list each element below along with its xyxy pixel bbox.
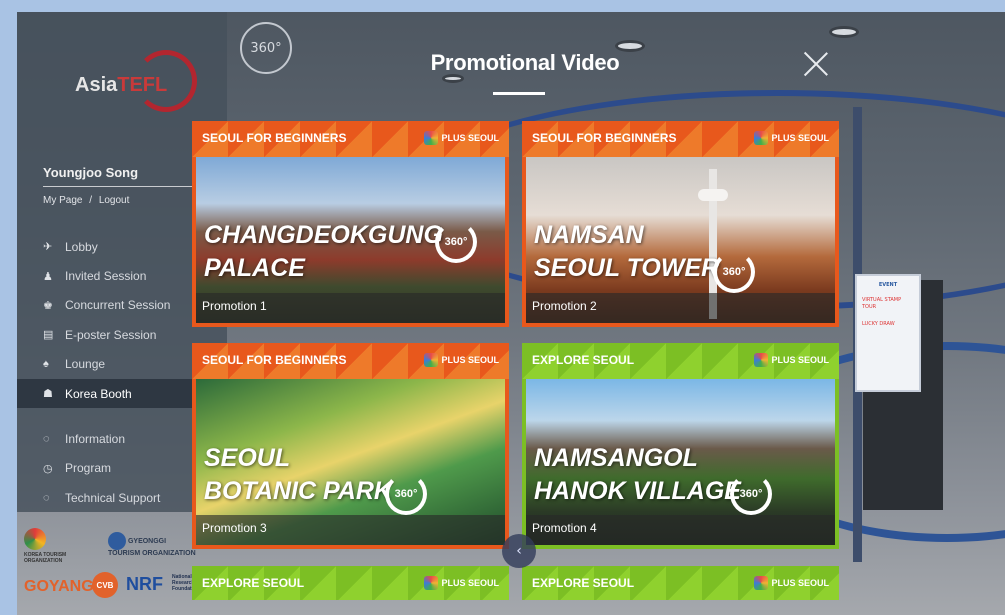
card-caption: Promotion 3 [196,515,505,545]
card-caption: Promotion 4 [526,515,835,545]
card-category: EXPLORE SEOUL [532,353,635,367]
plus-seoul-icon [424,576,439,590]
clock-icon: ◷ [43,462,53,475]
my-page-link[interactable]: My Page [43,195,82,206]
plus-seoul-logo: PLUS SEOUL [424,131,499,145]
tower-top [698,189,728,201]
sidebar-item-label: Lobby [65,239,98,254]
sidebar-item-label: Program [65,461,112,476]
video-card-6-header[interactable]: EXPLORE SEOUL PLUS SEOUL [522,566,839,600]
sidebar-item-label: E-poster Session [65,327,157,342]
plus-seoul-icon [754,131,769,145]
event-item: VIRTUAL STAMP TOUR [862,297,902,310]
card-category: SEOUL FOR BEGINNERS [532,131,677,145]
sidebar-item-label: Korea Booth [65,386,132,401]
video-card-5-header[interactable]: EXPLORE SEOUL PLUS SEOUL [192,566,509,600]
cvb-logo[interactable]: CVB [92,572,118,598]
support-icon: ◌ [43,491,50,504]
video-card-3[interactable]: SEOUL FOR BEGINNERS PLUS SEOUL SEOUL BOT… [192,343,509,549]
ceiling-light [829,26,859,38]
card-title-line1: NAMSANGOL [534,444,698,472]
sidebar-item-label: Invited Session [65,269,147,284]
card-title-line2: SEOUL TOWER [534,254,720,282]
card-title-line1: SEOUL [204,444,291,472]
asiatefl-logo[interactable]: AsiaTEFL [55,50,197,112]
plus-seoul-logo: PLUS SEOUL [754,353,829,367]
360-badge-icon: 360° [435,221,477,263]
sidebar-item-label: Concurrent Session [65,298,171,313]
sidebar-item-label: Lounge [65,357,106,372]
event-item: LUCKY DRAW [862,321,895,327]
card-caption: Promotion 2 [526,293,835,323]
plus-seoul-icon [424,131,439,145]
logo-text: Asia [75,74,118,96]
sponsor-logos: KOREA TOURISM ORGANIZATION GYEONGGI TOUR… [20,520,200,605]
user-name: Youngjoo Song [43,165,139,180]
plus-seoul-logo: PLUS SEOUL [424,576,499,590]
kto-logo[interactable]: KOREA TOURISM ORGANIZATION [24,528,94,564]
app-window: EVENT VIRTUAL STAMP TOUR LUCKY DRAW 360°… [0,0,1005,615]
person-icon: ♟ [43,270,53,283]
video-card-2[interactable]: SEOUL FOR BEGINNERS PLUS SEOUL NAMSAN SE… [522,121,839,327]
event-panel[interactable]: EVENT VIRTUAL STAMP TOUR LUCKY DRAW [855,274,921,392]
people-icon: ♚ [43,299,53,312]
link-separator: / [89,195,93,206]
sidebar-item-label: Information [65,432,126,447]
user-links: My Page / Logout [43,195,129,206]
divider [43,186,217,187]
sidebar-item-label: Technical Support [65,490,161,505]
title-underline [493,92,545,95]
plus-seoul-icon [754,576,769,590]
close-button[interactable] [800,48,832,80]
plus-seoul-logo: PLUS SEOUL [424,353,499,367]
card-category: SEOUL FOR BEGINNERS [202,131,347,145]
plus-seoul-logo: PLUS SEOUL [754,131,829,145]
airplane-icon: ✈ [43,241,53,254]
poster-icon: ▤ [43,329,54,342]
bell-icon: ♠ [43,358,49,371]
event-panel-title: EVENT [878,282,898,288]
card-category: EXPLORE SEOUL [202,576,305,590]
360-badge-icon: 360° [385,473,427,515]
plus-seoul-icon [424,353,439,367]
booth-icon: ☗ [43,388,53,401]
card-category: EXPLORE SEOUL [532,576,635,590]
goyang-logo[interactable]: GOYANG [24,578,94,596]
card-title-line2: PALACE [204,254,305,282]
360-badge-icon: 360° [713,251,755,293]
card-title-line2: BOTANIC PARK [204,477,392,505]
nrf-logo[interactable]: NRF [126,574,163,595]
logout-link[interactable]: Logout [99,195,130,206]
card-title-line1: NAMSAN [534,221,644,249]
video-card-1[interactable]: SEOUL FOR BEGINNERS PLUS SEOUL CHANGDEOK… [192,121,509,327]
card-title-line2: HANOK VILLAGE [534,477,741,505]
plus-seoul-logo: PLUS SEOUL [754,576,829,590]
logo-text-tefl: TEFL [117,74,168,96]
view-360-icon[interactable]: 360° [240,22,292,74]
video-card-4[interactable]: EXPLORE SEOUL PLUS SEOUL NAMSANGOL HANOK… [522,343,839,549]
card-caption: Promotion 1 [196,293,505,323]
modal-title: Promotional Video [430,50,620,75]
kto-text: KOREA TOURISM ORGANIZATION [24,552,67,564]
chat-icon: ◌ [43,433,50,446]
card-title-line1: CHANGDEOKGUNG [204,221,443,249]
360-badge-icon: 360° [730,473,772,515]
plus-seoul-icon [754,353,769,367]
card-category: SEOUL FOR BEGINNERS [202,353,347,367]
arrow-left-icon[interactable]: ‹ [502,534,536,568]
gyeonggi-logo[interactable]: GYEONGGI TOURISM ORGANIZATION [108,532,198,557]
